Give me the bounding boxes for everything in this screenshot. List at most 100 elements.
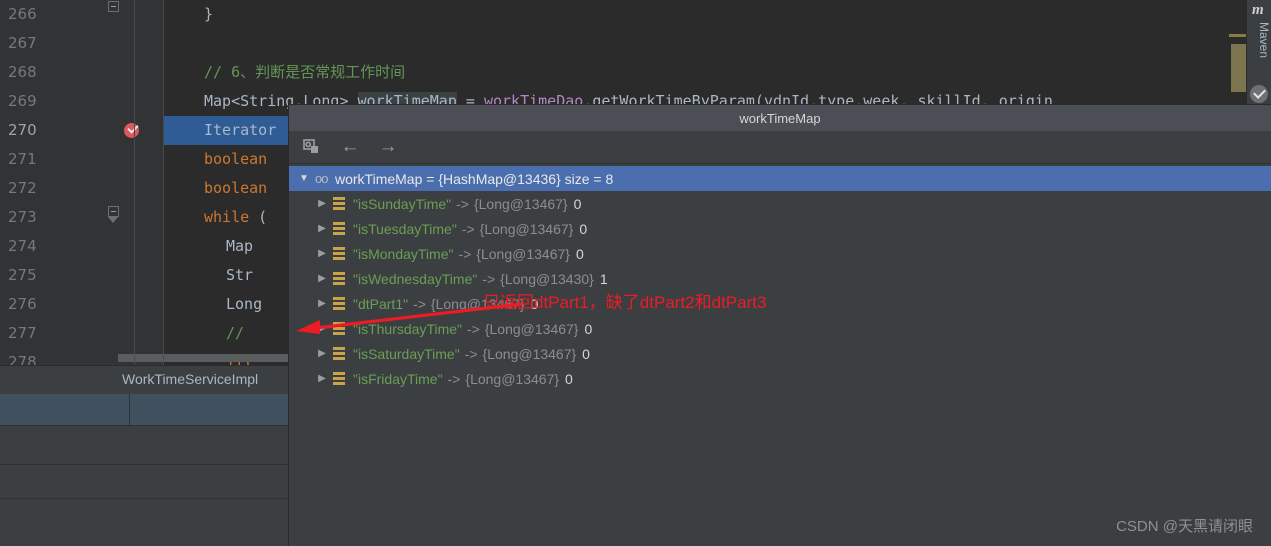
breakpoint-icon[interactable] [124,123,139,138]
token: Str [226,266,254,284]
tree-row[interactable]: ▶ "isSundayTime" -> {Long@13467} 0 [289,191,1271,216]
token: Iterator [204,121,277,139]
code-line-268[interactable]: 268 // 6、判断是否常规工作时间 [0,58,1247,87]
field-icon [333,197,347,210]
code-text-277: // [164,319,244,348]
tree-row[interactable]: ▶ "isMondayTime" -> {Long@13467} 0 [289,241,1271,266]
token: boolean [204,150,268,168]
line-number-274: 274 [0,232,104,261]
tree-entry-arrow: -> [456,195,469,212]
tree-entry-value: 0 [530,295,539,312]
arrow-right-icon[interactable]: → [377,136,399,158]
tree-row-root[interactable]: ▼ oo workTimeMap = {HashMap@13436} size … [289,166,1271,191]
code-text-267 [164,29,204,58]
tree-row[interactable]: ▶ "isThursdayTime" -> {Long@13467} 0 [289,316,1271,341]
line-number-269: 269 [0,87,104,116]
tree-entry-value: 0 [579,220,588,237]
inspect-icon[interactable] [301,136,323,158]
code-text-268: // 6、判断是否常规工作时间 [164,58,405,87]
tree-row[interactable]: ▶ "isTuesdayTime" -> {Long@13467} 0 [289,216,1271,241]
popup-title-bar[interactable]: workTimeMap [289,105,1271,131]
line-number-275: 275 [0,261,104,290]
tree-entry-key: "isSaturdayTime" [353,345,460,362]
sidebar-item-maven[interactable]: Maven [1247,0,1271,58]
variables-tree[interactable]: ▼ oo workTimeMap = {HashMap@13436} size … [289,164,1271,391]
code-text-275: Str [164,261,253,290]
chevron-right-icon[interactable]: ▶ [313,316,331,341]
tree-entry-value: 1 [599,270,608,287]
line-number-273: 273 [0,203,104,232]
tree-entry-key: "isThursdayTime" [353,320,462,337]
line-number-267: 267 [0,29,104,58]
token: boolean [204,179,268,197]
map-icon: oo [315,171,328,186]
popup-toolbar[interactable]: ← → [289,131,1271,164]
worktimemap-inspector-popup[interactable]: workTimeMap ← → ▼ oo workTimeMap = {Hash… [289,105,1271,546]
fold-collapse-icon-2[interactable] [108,206,119,217]
tree-row[interactable]: ▶ "isSaturdayTime" -> {Long@13467} 0 [289,341,1271,366]
bottom-row-divider-vertical [129,394,130,426]
code-text-276: Long [164,290,262,319]
tree-entry-value: 0 [582,345,590,362]
tree-entry-arrow: -> [458,245,472,262]
chevron-right-icon[interactable]: ▶ [313,216,331,241]
line-number-271: 271 [0,145,104,174]
fold-collapse-icon[interactable] [108,1,119,12]
tree-entry-type: {Long@13467} [482,345,577,362]
tree-entry-arrow: -> [461,220,475,237]
csdn-watermark: CSDN @天黑请闭眼 [1116,518,1253,535]
code-line-267[interactable]: 267 [0,29,1247,58]
tree-entry-arrow: -> [467,320,480,337]
token: // 6、判断是否常规工作时间 [204,63,406,81]
line-number-276: 276 [0,290,104,319]
tree-entry-key: "isWednesdayTime" [353,270,478,287]
gutter-separator [163,0,164,365]
code-text-270: Iterator [164,116,276,145]
tree-entry-type: {Long@13430} [500,270,594,287]
field-icon [333,372,347,385]
field-icon [333,247,347,260]
token: } [204,5,214,23]
token: while [204,208,250,226]
line-number-268: 268 [0,58,104,87]
minimap-mark-2 [1231,44,1247,92]
code-line-266[interactable]: 266} [0,0,1247,29]
chevron-right-icon[interactable]: ▶ [313,366,331,391]
fold-tail-icon [108,217,118,223]
code-text-266: } [164,0,213,29]
arrow-left-icon[interactable]: ← [339,136,361,158]
chevron-right-icon[interactable]: ▶ [313,291,331,316]
chevron-right-icon[interactable]: ▶ [313,341,331,366]
tree-entry-value: 0 [584,320,593,337]
tree-row[interactable]: ▶ "isWednesdayTime" -> {Long@13430} 1 [289,266,1271,291]
popup-title-text: workTimeMap [739,110,821,126]
tree-entry-key: "isFridayTime" [353,370,443,387]
tree-children: ▶ "isSundayTime" -> {Long@13467} 0 ▶ "isTuesda… [289,191,1271,391]
tree-entry-type: {Long@13467} [430,295,525,312]
tree-entry-value: 0 [565,370,573,387]
token: Map [226,237,254,255]
field-icon [333,322,347,335]
fold-rail [134,0,135,365]
tree-entry-type: {Long@13467} [465,370,560,387]
chevron-down-icon[interactable]: ▼ [295,166,313,191]
chevron-right-icon[interactable]: ▶ [313,241,331,266]
tree-row[interactable]: ▶ "dtPart1" -> {Long@13467} 0 [289,291,1271,316]
chevron-right-icon[interactable]: ▶ [313,191,331,216]
line-number-270: 270 [0,116,104,145]
field-icon [333,347,347,360]
tree-entry-arrow: -> [447,370,461,387]
tree-entry-value: 0 [575,245,584,262]
chevron-right-icon[interactable]: ▶ [313,266,331,291]
line-number-277: 277 [0,319,104,348]
breadcrumb[interactable]: WorkTimeServiceImpl [122,371,258,387]
tree-row[interactable]: ▶ "isFridayTime" -> {Long@13467} 0 [289,366,1271,391]
tree-entry-arrow: -> [413,295,426,312]
check-badge-icon[interactable] [1250,85,1268,103]
code-text-274: Map [164,232,253,261]
line-number-272: 272 [0,174,104,203]
field-icon [333,297,347,310]
tree-entry-value: 0 [573,195,582,212]
code-text-272: boolean [164,174,267,203]
tree-entry-arrow: -> [482,270,496,287]
